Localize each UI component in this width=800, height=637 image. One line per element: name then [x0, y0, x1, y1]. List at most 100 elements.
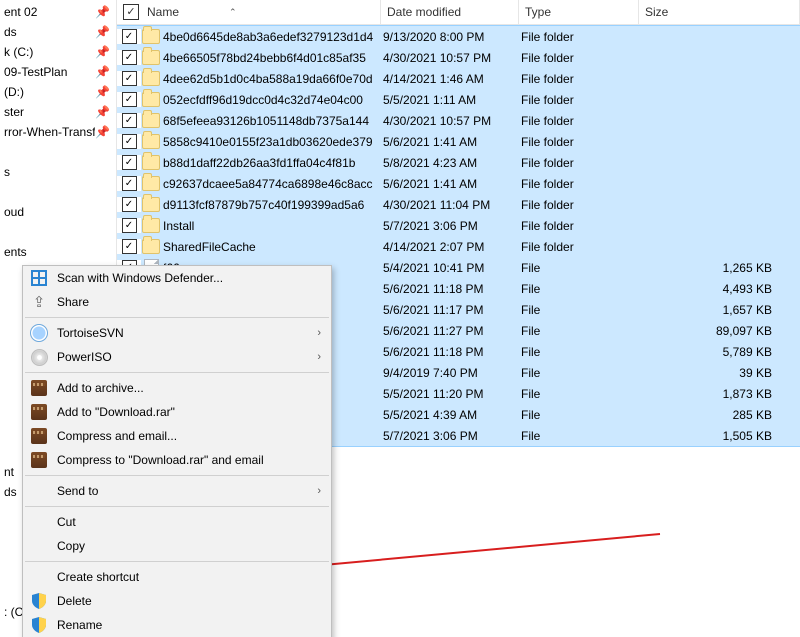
tree-item[interactable]: ster📌: [2, 102, 116, 122]
tree-item-label: nt: [4, 465, 14, 479]
row-checkbox-cell: ✓: [117, 29, 141, 44]
row-checkbox[interactable]: ✓: [122, 71, 137, 86]
file-row[interactable]: ✓SharedFileCache4/14/2021 2:07 PMFile fo…: [117, 236, 800, 257]
tree-item[interactable]: ents: [2, 242, 116, 262]
folder-icon: [141, 176, 161, 191]
tree-item[interactable]: s: [2, 162, 116, 182]
row-type: File folder: [521, 135, 641, 149]
row-date: 5/5/2021 1:11 AM: [383, 93, 521, 107]
tree-item-label: ds: [4, 485, 17, 499]
row-type: File folder: [521, 114, 641, 128]
tree-item-label: s: [4, 165, 10, 179]
row-size: 5,789 KB: [641, 345, 800, 359]
file-row[interactable]: ✓c92637dcaee5a84774ca6898e46c8acc5/6/202…: [117, 173, 800, 194]
ctx-cut[interactable]: Cut: [23, 510, 331, 534]
folder-icon: [141, 29, 161, 44]
row-type: File folder: [521, 156, 641, 170]
column-headers: ✓ Name ⌃ Date modified Type Size: [117, 0, 800, 25]
row-checkbox[interactable]: ✓: [122, 218, 137, 233]
ctx-share[interactable]: ⇪ Share: [23, 290, 331, 314]
column-name[interactable]: ✓ Name ⌃: [117, 0, 381, 24]
tree-item-label: ds: [4, 25, 17, 39]
row-date: 5/8/2021 4:23 AM: [383, 156, 521, 170]
defender-icon: [29, 268, 49, 288]
file-row[interactable]: ✓4be66505f78bd24bebb6f4d01c85af354/30/20…: [117, 47, 800, 68]
row-checkbox-cell: ✓: [117, 239, 141, 254]
row-type: File: [521, 282, 641, 296]
row-checkbox[interactable]: ✓: [122, 113, 137, 128]
row-date: 5/6/2021 11:17 PM: [383, 303, 521, 317]
tree-item-label: ent 02: [4, 5, 37, 19]
file-row[interactable]: ✓68f5efeea93126b1051148db7375a1444/30/20…: [117, 110, 800, 131]
ctx-poweriso[interactable]: PowerISO ›: [23, 345, 331, 369]
column-size[interactable]: Size: [639, 0, 800, 24]
column-type[interactable]: Type: [519, 0, 639, 24]
tree-item[interactable]: [2, 182, 116, 202]
row-checkbox-cell: ✓: [117, 134, 141, 149]
row-size: 89,097 KB: [641, 324, 800, 338]
ctx-tortoisesvn[interactable]: TortoiseSVN ›: [23, 321, 331, 345]
file-row[interactable]: ✓4dee62d5b1d0c4ba588a19da66f0e70d4/14/20…: [117, 68, 800, 89]
select-all-checkbox[interactable]: ✓: [123, 4, 139, 20]
row-checkbox[interactable]: ✓: [122, 155, 137, 170]
tree-item[interactable]: ds 📌: [2, 22, 116, 42]
ctx-send-to[interactable]: Send to ›: [23, 479, 331, 503]
tree-item[interactable]: 09-TestPlan📌: [2, 62, 116, 82]
row-name: 5858c9410e0155f23a1db03620ede379: [161, 135, 383, 149]
file-row[interactable]: ✓5858c9410e0155f23a1db03620ede3795/6/202…: [117, 131, 800, 152]
ctx-delete[interactable]: Delete: [23, 589, 331, 613]
row-type: File folder: [521, 198, 641, 212]
pin-icon: 📌: [95, 65, 110, 79]
rar-icon: [29, 450, 49, 470]
row-size: 285 KB: [641, 408, 800, 422]
row-date: 4/14/2021 1:46 AM: [383, 72, 521, 86]
submenu-arrow-icon: ›: [317, 327, 321, 339]
ctx-rename[interactable]: Rename: [23, 613, 331, 637]
row-checkbox[interactable]: ✓: [122, 176, 137, 191]
tree-item[interactable]: ent 02📌: [2, 2, 116, 22]
row-checkbox[interactable]: ✓: [122, 29, 137, 44]
tree-item[interactable]: k (C:)📌: [2, 42, 116, 62]
row-type: File folder: [521, 93, 641, 107]
row-checkbox[interactable]: ✓: [122, 50, 137, 65]
ctx-add-rar[interactable]: Add to "Download.rar": [23, 400, 331, 424]
row-size: 39 KB: [641, 366, 800, 380]
row-name: 68f5efeea93126b1051148db7375a144: [161, 114, 383, 128]
submenu-arrow-icon: ›: [317, 485, 321, 497]
file-row[interactable]: ✓052ecfdff96d19dcc0d4c32d74e04c005/5/202…: [117, 89, 800, 110]
folder-icon: [141, 113, 161, 128]
row-checkbox[interactable]: ✓: [122, 197, 137, 212]
row-checkbox[interactable]: ✓: [122, 92, 137, 107]
separator: [25, 372, 329, 373]
column-date[interactable]: Date modified: [381, 0, 519, 24]
file-row[interactable]: ✓d9113fcf87879b757c40f199399ad5a64/30/20…: [117, 194, 800, 215]
tree-item[interactable]: [2, 222, 116, 242]
row-size: 1,873 KB: [641, 387, 800, 401]
tree-item-label: rror-When-Transf: [4, 125, 95, 139]
ctx-copy[interactable]: Copy: [23, 534, 331, 558]
tree-item[interactable]: rror-When-Transf📌: [2, 122, 116, 142]
row-name: d9113fcf87879b757c40f199399ad5a6: [161, 198, 383, 212]
file-row[interactable]: ✓Install5/7/2021 3:06 PMFile folder: [117, 215, 800, 236]
ctx-shortcut[interactable]: Create shortcut: [23, 565, 331, 589]
ctx-scan-defender[interactable]: Scan with Windows Defender...: [23, 266, 331, 290]
tree-item-label: ents: [4, 245, 27, 259]
tree-item[interactable]: oud: [2, 202, 116, 222]
submenu-arrow-icon: ›: [317, 351, 321, 363]
ctx-compress-email[interactable]: Compress and email...: [23, 424, 331, 448]
pin-icon: 📌: [95, 85, 110, 99]
file-row[interactable]: ✓4be0d6645de8ab3a6edef3279123d1d49/13/20…: [117, 25, 800, 47]
row-size: 1,657 KB: [641, 303, 800, 317]
row-type: File folder: [521, 177, 641, 191]
pin-icon: 📌: [95, 25, 110, 39]
folder-icon: [141, 239, 161, 254]
separator: [25, 561, 329, 562]
sort-indicator-icon: ⌃: [229, 7, 237, 18]
row-checkbox[interactable]: ✓: [122, 134, 137, 149]
ctx-add-archive[interactable]: Add to archive...: [23, 376, 331, 400]
file-row[interactable]: ✓b88d1daff22db26aa3fd1ffa04c4f81b5/8/202…: [117, 152, 800, 173]
tree-item[interactable]: [2, 142, 116, 162]
tree-item[interactable]: (D:)📌: [2, 82, 116, 102]
row-checkbox[interactable]: ✓: [122, 239, 137, 254]
ctx-compress-rar-email[interactable]: Compress to "Download.rar" and email: [23, 448, 331, 472]
